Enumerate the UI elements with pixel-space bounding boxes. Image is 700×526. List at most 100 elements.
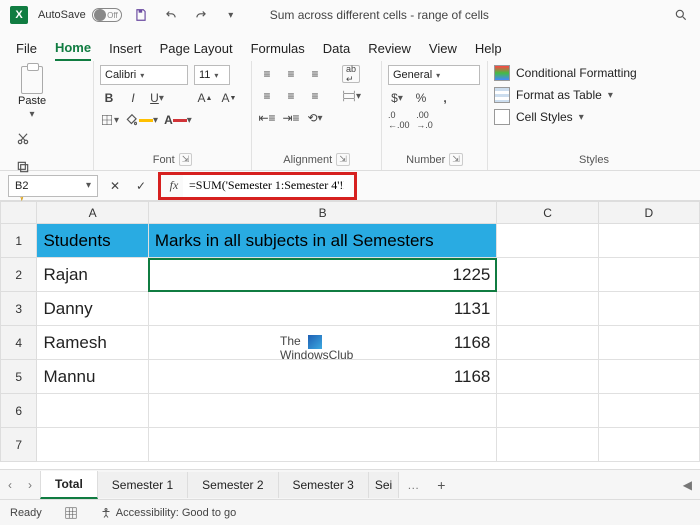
autosave-toggle[interactable]: Off bbox=[92, 8, 122, 22]
decrease-font-icon[interactable]: A▼ bbox=[220, 89, 238, 107]
tab-file[interactable]: File bbox=[16, 37, 37, 60]
tab-insert[interactable]: Insert bbox=[109, 37, 142, 60]
font-launcher[interactable]: ⇲ bbox=[179, 153, 193, 166]
merge-center-button[interactable]: ▾ bbox=[342, 87, 361, 105]
cell-d5[interactable] bbox=[598, 360, 699, 394]
tab-data[interactable]: Data bbox=[323, 37, 350, 60]
sheet-tab-total[interactable]: Total bbox=[40, 471, 98, 499]
row-header[interactable]: 5 bbox=[1, 360, 37, 394]
cell-b2-selected[interactable]: 1225 bbox=[148, 258, 496, 292]
sheet-nav-prev[interactable]: ‹ bbox=[0, 478, 20, 492]
cell-b5[interactable]: 1168 bbox=[148, 360, 496, 394]
format-as-table-button[interactable]: Format as Table▾ bbox=[494, 87, 694, 103]
cell-c1[interactable] bbox=[497, 224, 598, 258]
decrease-decimal-icon[interactable]: .00→.0 bbox=[416, 111, 434, 129]
cell-styles-button[interactable]: Cell Styles▾ bbox=[494, 109, 694, 125]
wrap-text-button[interactable]: ab↵ bbox=[342, 65, 360, 83]
cut-icon[interactable] bbox=[14, 130, 32, 148]
sheet-tab-s1[interactable]: Semester 1 bbox=[98, 472, 188, 498]
redo-icon[interactable] bbox=[192, 6, 210, 24]
orientation-button[interactable]: ⟲▾ bbox=[306, 109, 324, 127]
sheet-tab-s2[interactable]: Semester 2 bbox=[188, 472, 278, 498]
align-bottom-icon[interactable]: ≡ bbox=[306, 65, 324, 83]
undo-icon[interactable] bbox=[162, 6, 180, 24]
cell-d7[interactable] bbox=[598, 428, 699, 462]
cell-a4[interactable]: Ramesh bbox=[37, 326, 148, 360]
row-header[interactable]: 6 bbox=[1, 394, 37, 428]
cell-b1[interactable]: Marks in all subjects in all Semesters bbox=[148, 224, 496, 258]
cancel-formula-icon[interactable]: ✕ bbox=[106, 177, 124, 195]
percent-format-button[interactable]: % bbox=[412, 89, 430, 107]
italic-button[interactable]: I bbox=[124, 89, 142, 107]
formula-input[interactable] bbox=[183, 175, 350, 197]
add-sheet-button[interactable]: + bbox=[427, 477, 455, 493]
borders-button[interactable]: ▾ bbox=[100, 111, 119, 129]
row-header[interactable]: 7 bbox=[1, 428, 37, 462]
cell-b7[interactable] bbox=[148, 428, 496, 462]
cell-d3[interactable] bbox=[598, 292, 699, 326]
tab-page-layout[interactable]: Page Layout bbox=[160, 37, 233, 60]
cell-a6[interactable] bbox=[37, 394, 148, 428]
underline-button[interactable]: U▾ bbox=[148, 89, 166, 107]
font-color-button[interactable]: A▾ bbox=[164, 111, 192, 129]
cell-a2[interactable]: Rajan bbox=[37, 258, 148, 292]
cell-a7[interactable] bbox=[37, 428, 148, 462]
increase-decimal-icon[interactable]: .0←.00 bbox=[388, 111, 410, 129]
comma-format-button[interactable]: , bbox=[436, 89, 454, 107]
sheet-tab-s3[interactable]: Semester 3 bbox=[279, 472, 369, 498]
increase-font-icon[interactable]: A▲ bbox=[196, 89, 214, 107]
align-left-icon[interactable]: ≡ bbox=[258, 87, 276, 105]
accessibility-status[interactable]: Accessibility: Good to go bbox=[100, 507, 236, 519]
autosave[interactable]: AutoSave Off bbox=[38, 8, 122, 22]
row-header[interactable]: 1 bbox=[1, 224, 37, 258]
cell-d6[interactable] bbox=[598, 394, 699, 428]
cell-a1[interactable]: Students bbox=[37, 224, 148, 258]
horiz-scroll-left[interactable]: ◀ bbox=[675, 478, 700, 492]
sheet-tabs-more[interactable]: … bbox=[399, 478, 427, 492]
col-header-a[interactable]: A bbox=[37, 202, 148, 224]
accounting-format-button[interactable]: $▾ bbox=[388, 89, 406, 107]
name-box[interactable]: B2▾ bbox=[8, 175, 98, 197]
align-middle-icon[interactable]: ≡ bbox=[282, 65, 300, 83]
font-size-select[interactable]: 11▾ bbox=[194, 65, 230, 85]
cell-d4[interactable] bbox=[598, 326, 699, 360]
row-header[interactable]: 2 bbox=[1, 258, 37, 292]
cell-c2[interactable] bbox=[497, 258, 598, 292]
decrease-indent-icon[interactable]: ⇤≡ bbox=[258, 109, 276, 127]
save-icon[interactable] bbox=[132, 6, 150, 24]
increase-indent-icon[interactable]: ⇥≡ bbox=[282, 109, 300, 127]
cell-b6[interactable] bbox=[148, 394, 496, 428]
align-right-icon[interactable]: ≡ bbox=[306, 87, 324, 105]
bold-button[interactable]: B bbox=[100, 89, 118, 107]
tab-help[interactable]: Help bbox=[475, 37, 502, 60]
cell-c6[interactable] bbox=[497, 394, 598, 428]
col-header-c[interactable]: C bbox=[497, 202, 598, 224]
sheet-tab-s4[interactable]: Sei bbox=[369, 472, 399, 498]
cell-a5[interactable]: Mannu bbox=[37, 360, 148, 394]
number-launcher[interactable]: ⇲ bbox=[449, 153, 463, 166]
row-header[interactable]: 4 bbox=[1, 326, 37, 360]
cell-b3[interactable]: 1131 bbox=[148, 292, 496, 326]
cell-d2[interactable] bbox=[598, 258, 699, 292]
tab-formulas[interactable]: Formulas bbox=[251, 37, 305, 60]
sheet-nav-next[interactable]: › bbox=[20, 478, 40, 492]
conditional-formatting-button[interactable]: Conditional Formatting bbox=[494, 65, 694, 81]
number-format-select[interactable]: General▾ bbox=[388, 65, 480, 85]
row-header[interactable]: 3 bbox=[1, 292, 37, 326]
tab-view[interactable]: View bbox=[429, 37, 457, 60]
alignment-launcher[interactable]: ⇲ bbox=[336, 153, 350, 166]
copy-icon[interactable] bbox=[14, 158, 32, 176]
tab-home[interactable]: Home bbox=[55, 36, 91, 61]
align-center-icon[interactable]: ≡ bbox=[282, 87, 300, 105]
tab-review[interactable]: Review bbox=[368, 37, 411, 60]
enter-formula-icon[interactable]: ✓ bbox=[132, 177, 150, 195]
cell-c4[interactable] bbox=[497, 326, 598, 360]
fx-icon[interactable]: fx bbox=[165, 177, 183, 195]
paste-button[interactable]: Paste ▾ bbox=[14, 65, 50, 122]
col-header-d[interactable]: D bbox=[598, 202, 699, 224]
align-top-icon[interactable]: ≡ bbox=[258, 65, 276, 83]
cell-c7[interactable] bbox=[497, 428, 598, 462]
cell-c5[interactable] bbox=[497, 360, 598, 394]
cell-a3[interactable]: Danny bbox=[37, 292, 148, 326]
cell-c3[interactable] bbox=[497, 292, 598, 326]
